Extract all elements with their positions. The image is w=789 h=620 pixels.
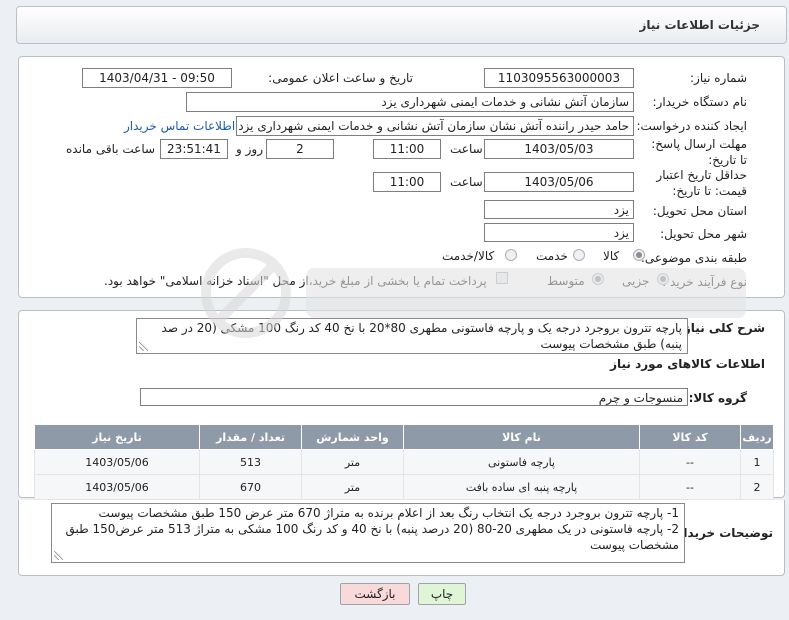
process-option-minor: جزیی	[622, 274, 650, 288]
days-remaining-field: 2	[266, 139, 334, 159]
cell-qty: 670	[199, 474, 302, 500]
remaining-time-label: ساعت باقی مانده	[66, 142, 156, 156]
treasury-payment-checkbox[interactable]	[496, 272, 508, 284]
price-validity-label: حداقل تاریخ اعتبار قیمت: تا تاریخ:	[656, 168, 747, 198]
category-option-service: خدمت	[536, 249, 568, 263]
col-unit: واحد شمارش	[301, 424, 404, 450]
category-radio-goods-service[interactable]	[505, 249, 517, 261]
cell-row: 1	[740, 449, 774, 475]
cell-name: پارچه فاستونی	[403, 449, 640, 475]
price-validity-time-label: ساعت	[450, 175, 483, 189]
description-text: پارچه تترون بروجرد درجه یک و پارچه فاستو…	[161, 321, 682, 351]
cell-qty: 513	[199, 449, 302, 475]
cell-name: پارچه پنبه ای ساده بافت	[403, 474, 640, 500]
process-radio-minor[interactable]	[657, 273, 669, 285]
cell-date: 1403/05/06	[34, 474, 200, 500]
deadline-date-field: 1403/05/03	[484, 139, 634, 159]
col-qty: تعداد / مقدار	[199, 424, 302, 450]
col-date: تاریخ نیاز	[34, 424, 200, 450]
resize-grip-icon[interactable]	[54, 551, 63, 560]
goods-table-header: ردیف کد کالا نام کالا واحد شمارش تعداد /…	[34, 424, 774, 450]
announce-datetime-field: 1403/04/31 - 09:50	[82, 68, 232, 88]
category-radio-service[interactable]	[573, 249, 585, 261]
table-row: 2 -- پارچه پنبه ای ساده بافت متر 670 140…	[34, 474, 774, 500]
category-option-goods-service: کالا/خدمت	[442, 249, 495, 263]
cell-unit: متر	[301, 449, 404, 475]
remaining-time-field: 23:51:41	[160, 139, 228, 159]
goods-section-title: اطلاعات کالاهای مورد نیاز	[610, 357, 765, 371]
process-option-medium: متوسط	[547, 274, 585, 288]
cell-date: 1403/05/06	[34, 449, 200, 475]
cell-code: --	[639, 474, 741, 500]
days-label: روز و	[236, 142, 263, 156]
col-code: کد کالا	[639, 424, 741, 450]
need-number-label: شماره نیاز:	[690, 71, 747, 85]
buyer-org-label: نام دستگاه خریدار:	[652, 95, 748, 109]
city-field: یزد	[484, 223, 634, 242]
goods-group-field: منسوجات و چرم	[140, 388, 688, 406]
buyer-notes-line-2: 2- پارچه فاستونی در یک مطهری 20-80 (20 د…	[65, 522, 679, 552]
process-type-label: نوع فرآیند خرید :	[662, 275, 747, 289]
province-label: استان محل تحویل:	[652, 204, 747, 218]
category-option-goods: کالا	[603, 249, 620, 263]
deadline-time-field: 11:00	[373, 139, 441, 159]
buyer-notes-line-1: 1- پارچه تترون بروجرد درجه یک انتخاب رنگ…	[98, 506, 679, 520]
buyer-contact-link[interactable]: اطلاعات تماس خریدار	[124, 119, 235, 133]
description-textarea: پارچه تترون بروجرد درجه یک و پارچه فاستو…	[136, 318, 688, 354]
treasury-payment-note: پرداخت تمام یا بخشی از مبلغ خرید،از محل …	[104, 274, 487, 288]
city-label: شهر محل تحویل:	[660, 227, 747, 241]
print-button[interactable]: چاپ	[418, 583, 466, 605]
cell-unit: متر	[301, 474, 404, 500]
table-row: 1 -- پارچه فاستونی متر 513 1403/05/06	[34, 449, 774, 475]
buyer-notes-label: توضیحات خریدار:	[671, 526, 773, 540]
category-label: طبقه بندی موضوعی:	[640, 251, 747, 265]
requester-field: حامد حیدر راننده آتش نشان سازمان آتش نشا…	[236, 116, 634, 136]
page-header: جزئیات اطلاعات نیاز	[16, 6, 787, 44]
resize-grip-icon[interactable]	[139, 342, 148, 351]
price-validity-date-field: 1403/05/06	[484, 172, 634, 192]
requester-label: ایجاد کننده درخواست:	[636, 119, 747, 133]
need-number-field: 1103095563000003	[484, 68, 634, 88]
cell-code: --	[639, 449, 741, 475]
goods-group-label: گروه کالا:	[688, 391, 747, 405]
goods-table: ردیف کد کالا نام کالا واحد شمارش تعداد /…	[34, 424, 774, 500]
province-field: یزد	[484, 200, 634, 219]
price-validity-time-field: 11:00	[373, 172, 441, 192]
buyer-notes-textarea: 1- پارچه تترون بروجرد درجه یک انتخاب رنگ…	[51, 503, 685, 563]
back-button[interactable]: بازگشت	[340, 583, 410, 605]
category-radio-goods[interactable]	[633, 249, 645, 261]
col-name: نام کالا	[403, 424, 640, 450]
deadline-label: مهلت ارسال پاسخ: تا تاریخ:	[651, 137, 747, 167]
col-row: ردیف	[740, 424, 774, 450]
process-radio-medium[interactable]	[592, 273, 604, 285]
announce-datetime-label: تاریخ و ساعت اعلان عمومی:	[268, 71, 413, 85]
description-label: شرح کلی نیاز:	[679, 321, 765, 335]
page-title: جزئیات اطلاعات نیاز	[639, 18, 760, 32]
buyer-org-field: سازمان آتش نشانی و خدمات ایمنی شهرداری ی…	[186, 92, 634, 112]
deadline-time-label: ساعت	[450, 142, 483, 156]
cell-row: 2	[740, 474, 774, 500]
